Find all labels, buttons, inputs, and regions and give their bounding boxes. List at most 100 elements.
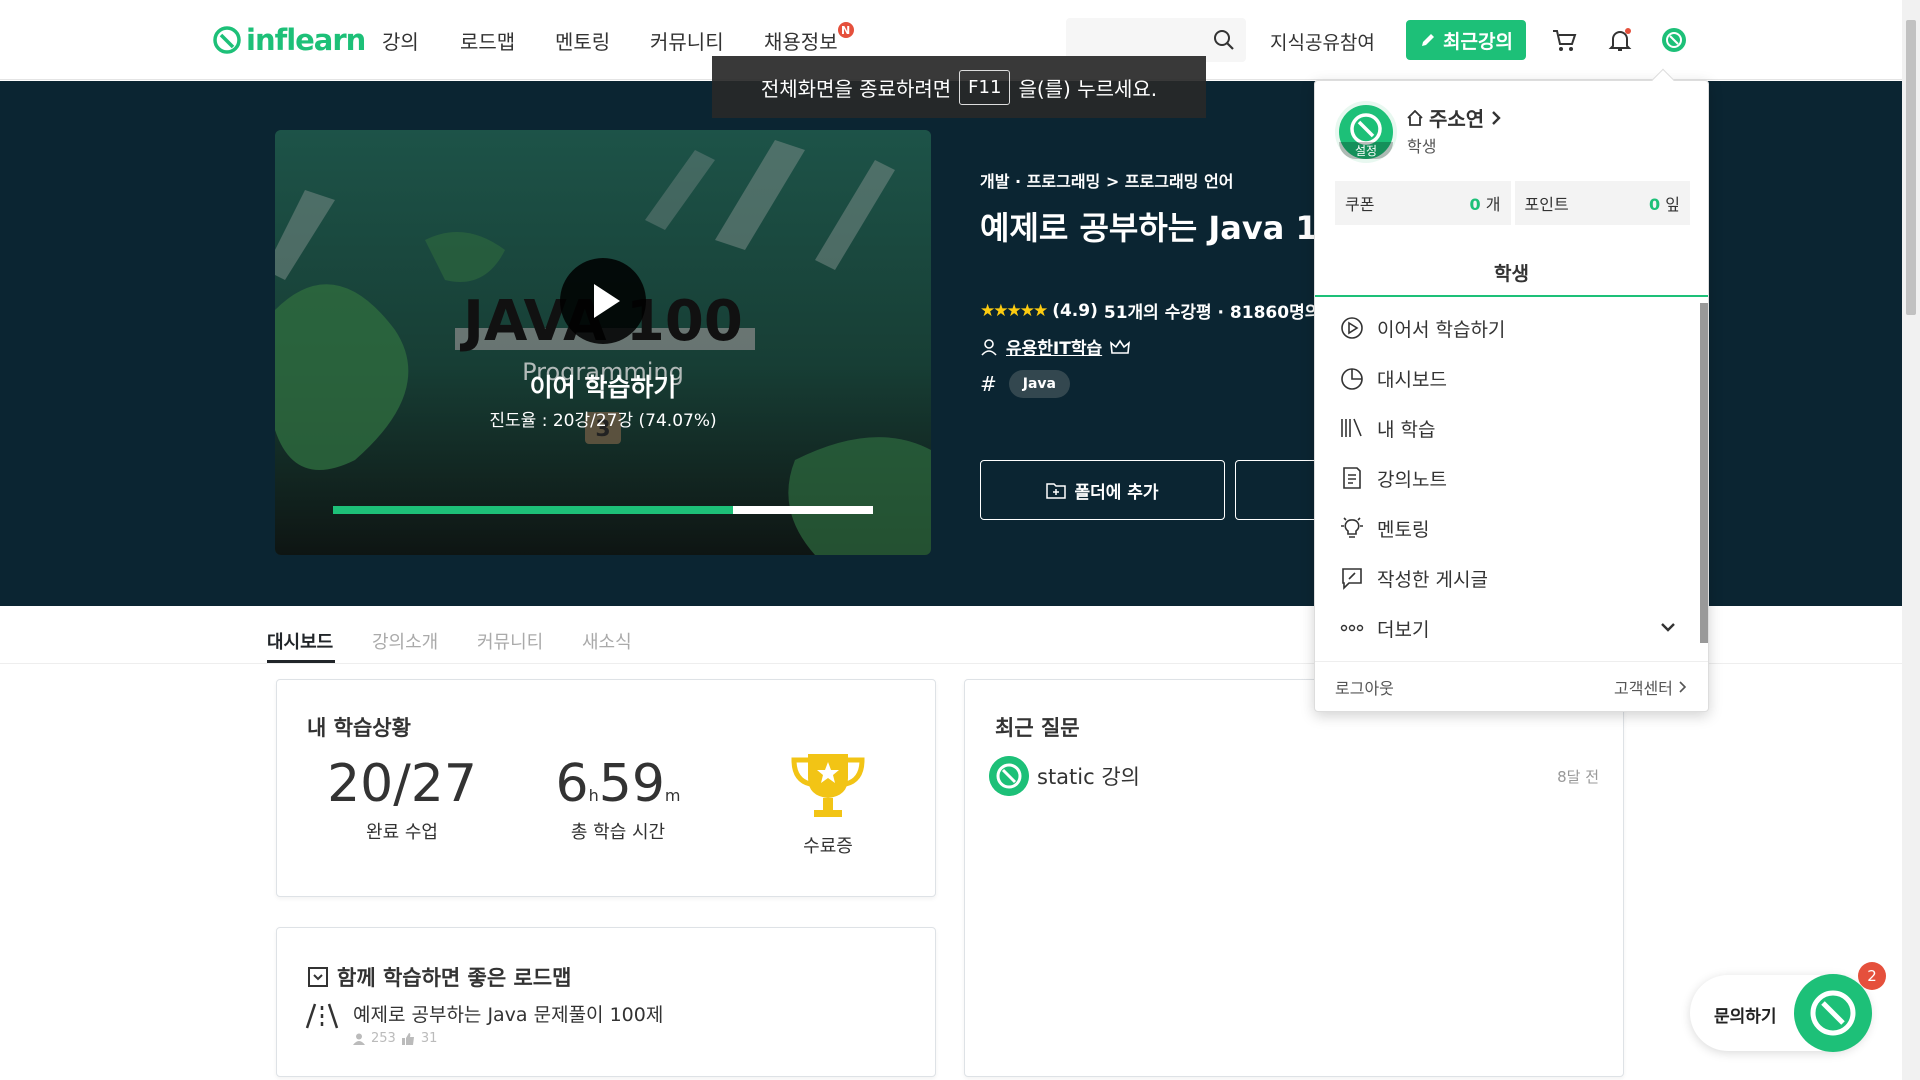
nav-community[interactable]: 커뮤니티 <box>650 26 724 55</box>
menu-my-posts[interactable]: 작성한 게시글 <box>1315 553 1700 603</box>
play-button[interactable] <box>560 258 646 344</box>
progress-bar-fill <box>333 506 733 514</box>
dropdown-menu: 이어서 학습하기 대시보드 내 학습 강의노트 멘토링 작성한 게시글 더보기 <box>1315 303 1700 653</box>
completed-lessons-label: 완료 수업 <box>366 822 438 843</box>
fullscreen-exit-toast: 전체화면을 종료하려면 F11 을(를) 누르세요. <box>712 56 1206 118</box>
instructor-name[interactable]: 유용한IT학습 <box>1006 334 1102 359</box>
recent-course-button[interactable]: 최근강의 <box>1406 20 1526 60</box>
rating-value: (4.9) <box>1052 300 1098 321</box>
user-name-link[interactable]: 주소연 <box>1407 103 1502 132</box>
page-scrollbar[interactable] <box>1902 0 1920 1080</box>
nav-roadmap[interactable]: 로드맵 <box>460 26 515 55</box>
dropdown-avatar[interactable]: 설정 <box>1335 101 1397 163</box>
trophy-icon <box>791 754 865 817</box>
support-link[interactable]: 고객센터 <box>1614 675 1688 699</box>
certificate-stat[interactable]: 수료증 <box>753 748 903 858</box>
question-list-item[interactable]: static 강의 8달 전 <box>989 756 1599 796</box>
completed-lessons-stat: 20/27 완료 수업 <box>327 754 477 844</box>
cart-icon[interactable] <box>1550 26 1578 54</box>
nav-courses[interactable]: 강의 <box>382 26 419 55</box>
pencil-icon <box>1422 34 1435 46</box>
more-dots-icon <box>1340 624 1364 632</box>
roadmap-card: 함께 학습하면 좋은 로드맵 예제로 공부하는 Java 문제풀이 100제 2… <box>276 927 936 1077</box>
hash-icon: # <box>980 372 997 396</box>
coupon-value: 0 <box>1469 195 1481 214</box>
chat-button[interactable] <box>1794 974 1872 1052</box>
nav-jobs[interactable]: 채용정보 N <box>764 22 854 55</box>
user-name: 주소연 <box>1429 107 1485 131</box>
menu-label: 강의노트 <box>1377 468 1447 491</box>
tab-intro[interactable]: 강의소개 <box>372 628 438 654</box>
recent-questions-title: 최근 질문 <box>995 716 1080 740</box>
dropdown-scrollbar[interactable] <box>1700 303 1708 643</box>
add-to-folder-button[interactable]: 폴더에 추가 <box>980 460 1225 520</box>
roadmap-list-item[interactable]: 예제로 공부하는 Java 문제풀이 100제 253 31 <box>305 1000 663 1046</box>
hour-unit: h <box>588 786 599 805</box>
point-stat[interactable]: 포인트 0 잎 <box>1514 181 1690 225</box>
menu-label: 이어서 학습하기 <box>1377 318 1506 341</box>
coupon-stat[interactable]: 쿠폰 0 개 <box>1335 181 1511 225</box>
search-icon[interactable] <box>1212 28 1236 52</box>
tab-news[interactable]: 새소식 <box>582 628 632 654</box>
coupon-unit: 개 <box>1485 195 1501 214</box>
course-thumbnail[interactable]: JAVA 100 Programming 3 이어 학습하기 진도율 : 20강… <box>275 130 931 555</box>
roadmap-icon <box>308 967 328 987</box>
roadmap-meta: 253 31 <box>353 1031 663 1046</box>
roadmap-learners: 253 <box>371 1031 396 1046</box>
instructor-row: 유용한IT학습 <box>980 334 1131 359</box>
menu-label: 작성한 게시글 <box>1377 568 1488 591</box>
dropdown-tab-student[interactable]: 학생 <box>1315 251 1708 297</box>
rating-row: ★★★★★ (4.9) 51개의 수강평 · 81860명의 수강생 <box>980 298 1315 324</box>
logo-mark-icon <box>213 26 241 54</box>
menu-mentoring[interactable]: 멘토링 <box>1315 503 1700 553</box>
chevron-right-small-icon <box>1679 680 1687 693</box>
roadmap-name: 예제로 공부하는 Java 문제풀이 100제 <box>353 1004 664 1026</box>
inflearn-logo[interactable]: inflearn <box>212 22 366 58</box>
recent-course-label: 최근강의 <box>1443 30 1513 53</box>
recent-questions-card: 최근 질문 static 강의 8달 전 <box>964 679 1624 1077</box>
total-time-stat: 6h59m 총 학습 시간 <box>543 754 693 844</box>
tab-dashboard[interactable]: 대시보드 <box>267 628 333 654</box>
tag-row: # Java <box>980 370 1070 398</box>
page-scrollbar-thumb[interactable] <box>1906 20 1916 315</box>
review-count[interactable]: 51개의 수강평 · 81860명의 수강생 <box>1104 298 1315 323</box>
menu-my-learning[interactable]: 내 학습 <box>1315 403 1700 453</box>
question-time: 8달 전 <box>1557 767 1599 786</box>
logo-text: inflearn <box>246 23 366 57</box>
certificate-label: 수료증 <box>803 836 853 857</box>
menu-label: 멘토링 <box>1377 518 1430 541</box>
bell-icon[interactable] <box>1606 26 1634 54</box>
user-role: 학생 <box>1407 137 1437 156</box>
knowledge-share-link[interactable]: 지식공유참여 <box>1270 28 1375 55</box>
roadmap-card-title: 함께 학습하면 좋은 로드맵 <box>337 966 572 990</box>
profile-avatar-icon[interactable] <box>1660 26 1688 54</box>
question-author-avatar <box>989 756 1029 796</box>
note-icon <box>1343 467 1361 489</box>
user-icon <box>981 338 997 356</box>
menu-dashboard[interactable]: 대시보드 <box>1315 353 1700 403</box>
edit-post-icon <box>1342 568 1362 590</box>
active-tab-indicator <box>267 660 335 663</box>
menu-label: 내 학습 <box>1377 418 1436 441</box>
tag-java[interactable]: Java <box>1008 370 1070 398</box>
roadmap-likes: 31 <box>420 1031 438 1046</box>
logout-link[interactable]: 로그아웃 <box>1335 675 1394 699</box>
add-to-folder-label: 폴더에 추가 <box>1074 482 1159 503</box>
menu-continue-learning[interactable]: 이어서 학습하기 <box>1315 303 1700 353</box>
tab-community[interactable]: 커뮤니티 <box>477 628 543 654</box>
category-breadcrumb[interactable]: 개발 · 프로그래밍 > 프로그래밍 언어 <box>980 168 1233 192</box>
thumbs-up-icon <box>401 1032 414 1045</box>
books-icon <box>1341 418 1362 437</box>
menu-notes[interactable]: 강의노트 <box>1315 453 1700 503</box>
menu-more[interactable]: 더보기 <box>1315 603 1700 653</box>
total-time-value: 6h59m <box>543 754 693 814</box>
point-unit: 잎 <box>1665 195 1680 214</box>
dropdown-footer: 로그아웃 고객센터 <box>1315 661 1708 711</box>
roadmap-card-header: 함께 학습하면 좋은 로드맵 <box>307 962 571 992</box>
menu-label: 더보기 <box>1377 618 1430 641</box>
chat-logo-icon <box>1810 990 1856 1036</box>
completed-lessons-value: 20/27 <box>327 754 477 814</box>
nav-mentoring[interactable]: 멘토링 <box>555 26 610 55</box>
toast-text-before: 전체화면을 종료하려면 <box>760 76 952 101</box>
road-icon <box>305 1003 339 1029</box>
